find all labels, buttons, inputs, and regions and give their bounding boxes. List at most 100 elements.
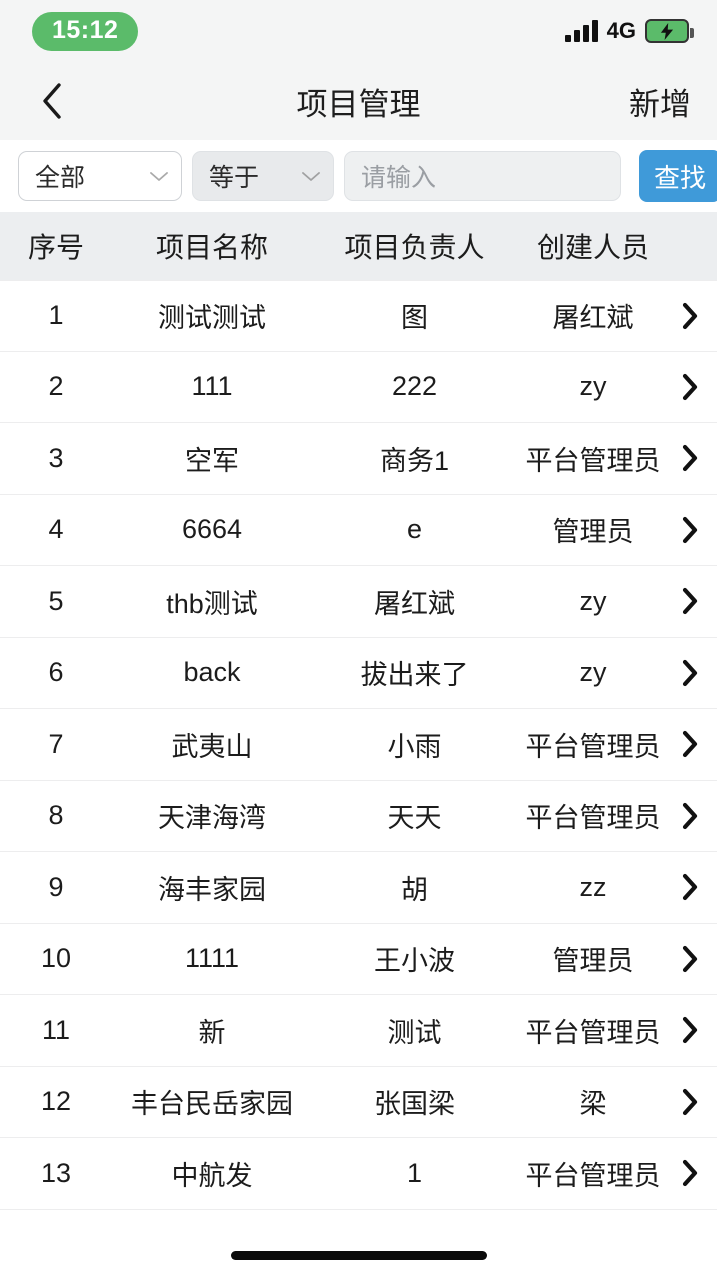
cell-creator: zy: [579, 657, 607, 688]
cell-index: 6: [48, 657, 64, 688]
chevron-right-icon: [682, 731, 697, 758]
cell-owner: 天天: [387, 803, 442, 834]
cell-creator: zz: [579, 871, 607, 902]
cell-owner: 张国梁: [374, 1089, 455, 1120]
cell-owner: 测试: [387, 1017, 442, 1048]
cell-index: 8: [48, 800, 64, 831]
search-input[interactable]: 请输入: [344, 151, 621, 201]
row-detail-button[interactable]: [669, 587, 717, 615]
navigation-bar: 项目管理 新增: [0, 62, 717, 140]
chevron-right-icon: [682, 1160, 697, 1187]
cell-index: 12: [40, 1086, 72, 1117]
column-header-creator: 创建人员: [536, 232, 649, 263]
network-type-label: 4G: [606, 18, 636, 43]
cell-name: 天津海湾: [158, 803, 266, 834]
cell-owner: 商务1: [379, 445, 450, 476]
chevron-right-icon: [682, 802, 697, 829]
app-screen: 15:12 4G 项目管理 新增 全部 等于 请输入 查找 序号 项目名称 项目…: [0, 0, 717, 1277]
cell-index: 5: [48, 585, 64, 616]
row-detail-button[interactable]: [669, 302, 717, 330]
cell-name: 空军: [185, 445, 239, 476]
row-detail-button[interactable]: [669, 945, 717, 973]
row-detail-button[interactable]: [669, 373, 717, 401]
cell-name: 6664: [181, 514, 243, 545]
chevron-right-icon: [682, 1017, 697, 1044]
table-row[interactable]: 1 测试测试 图 屠红斌: [0, 280, 717, 352]
table-row[interactable]: 3 空军 商务1 平台管理员: [0, 423, 717, 495]
cell-owner: 小雨: [387, 731, 442, 762]
cell-name: 武夷山: [171, 731, 253, 762]
cell-name: 1111: [184, 943, 240, 974]
chevron-right-icon: [682, 874, 697, 901]
table-header-row: 序号 项目名称 项目负责人 创建人员: [0, 212, 717, 280]
cell-index: 4: [48, 514, 64, 545]
cell-creator: 平台管理员: [525, 803, 661, 834]
cell-index: 2: [48, 371, 64, 402]
column-header-owner: 项目负责人: [344, 232, 485, 263]
row-detail-button[interactable]: [669, 802, 717, 830]
table-row[interactable]: 5 thb测试 屠红斌 zy: [0, 566, 717, 638]
cell-creator: 梁: [579, 1089, 607, 1120]
table-row[interactable]: 4 6664 e 管理员: [0, 494, 717, 566]
cell-creator: 平台管理员: [525, 731, 661, 762]
status-bar: 15:12 4G: [0, 0, 717, 62]
column-header-name: 项目名称: [155, 232, 268, 263]
table-body: 1 测试测试图屠红斌 2 111 222 zy 3 空军 商务1 平台管理员 4 6664 e 管理员 5 t…: [0, 280, 717, 1210]
table-row[interactable]: 13 中航发 1 平台管理员: [0, 1138, 717, 1210]
row-detail-button[interactable]: [669, 659, 717, 687]
row-detail-button[interactable]: [669, 1159, 717, 1187]
cell-index: 11: [41, 1014, 71, 1045]
chevron-right-icon: [682, 1088, 697, 1115]
chevron-left-icon: [43, 83, 61, 119]
cell-name: 中航发: [171, 1160, 253, 1191]
chevron-down-icon: [150, 172, 168, 181]
scope-select[interactable]: 全部: [18, 151, 182, 201]
cell-owner: 王小波: [374, 946, 455, 977]
row-detail-button[interactable]: [669, 873, 717, 901]
cell-owner: 胡: [401, 874, 428, 905]
cell-name: 新: [198, 1017, 226, 1048]
row-detail-button[interactable]: [669, 444, 717, 472]
cell-creator: 平台管理员: [525, 445, 661, 476]
search-button[interactable]: 查找: [639, 150, 717, 202]
signal-bars-icon: [564, 20, 598, 42]
page-title: 项目管理: [296, 86, 421, 122]
table-row[interactable]: 11 新 测试 平台管理员: [0, 995, 717, 1067]
cell-owner: 拔出来了: [360, 660, 469, 691]
table-row[interactable]: 9 海丰家园 胡 zz: [0, 852, 717, 924]
battery-charging-icon: [645, 19, 694, 43]
chevron-right-icon: [682, 945, 697, 972]
column-header-index: 序号: [27, 232, 84, 263]
status-time: 15:12: [32, 11, 139, 51]
row-detail-button[interactable]: [669, 1016, 717, 1044]
row-detail-button[interactable]: [669, 516, 717, 544]
table-row[interactable]: 12 丰台民岳家园 张国梁 梁: [0, 1066, 717, 1138]
table-row[interactable]: 2 111 222 zy: [0, 351, 717, 423]
row-detail-button[interactable]: [669, 730, 717, 758]
cell-creator: 平台管理员: [525, 1017, 661, 1048]
cell-index: 3: [48, 442, 64, 473]
row-detail-button[interactable]: [669, 1088, 717, 1116]
cell-owner: 屠红斌: [374, 588, 455, 619]
cell-owner: 1: [406, 1157, 423, 1188]
cell-name: 测试测试: [158, 303, 266, 334]
chevron-right-icon: [682, 588, 697, 615]
status-icons: 4G: [564, 18, 694, 44]
search-input-placeholder: 请输入: [361, 164, 437, 192]
table-row[interactable]: 8 天津海湾 天天 平台管理员: [0, 780, 717, 852]
table-row[interactable]: 6 back 拔出来了 zy: [0, 637, 717, 709]
table-row[interactable]: 10 1111 王小波 管理员: [0, 923, 717, 995]
cell-owner: 222: [391, 371, 438, 402]
cell-index: 7: [48, 728, 64, 759]
cell-index: 1: [48, 300, 64, 331]
add-button[interactable]: 新增: [629, 79, 691, 124]
cell-creator: zy: [579, 585, 607, 616]
chevron-right-icon: [682, 302, 697, 329]
table-row[interactable]: 7 武夷山 小雨 平台管理员: [0, 709, 717, 781]
cell-owner: 图: [401, 303, 428, 334]
chevron-right-icon: [682, 659, 697, 686]
back-button[interactable]: [24, 73, 80, 129]
home-indicator: [230, 1251, 487, 1260]
operator-select[interactable]: 等于: [192, 151, 334, 201]
chevron-right-icon: [682, 516, 697, 543]
